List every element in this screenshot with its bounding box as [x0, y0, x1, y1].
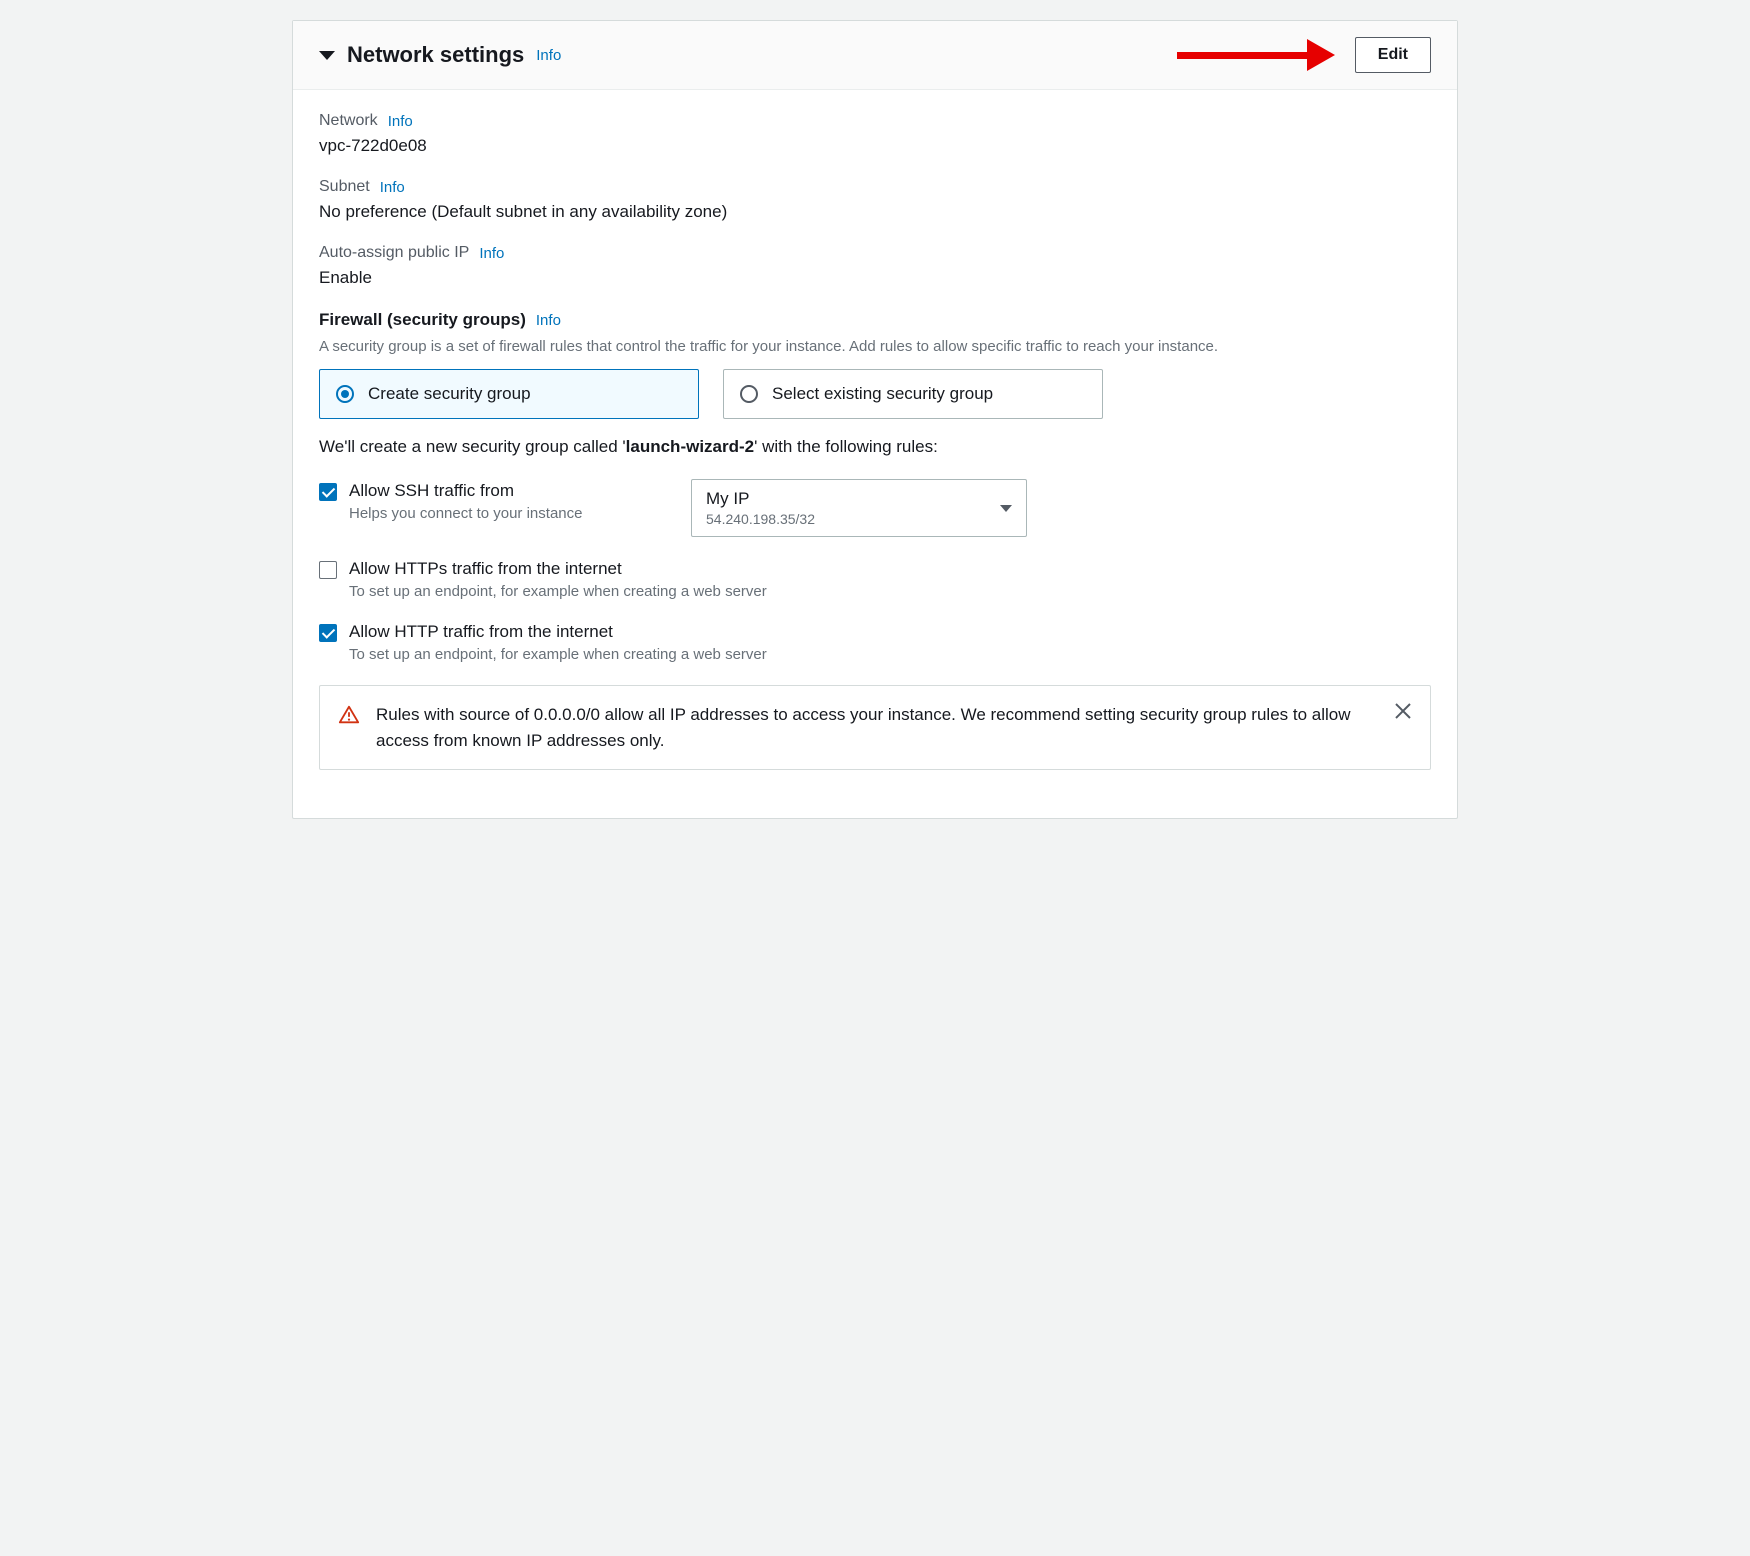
edit-button[interactable]: Edit — [1355, 37, 1431, 73]
sg-radio-group: Create security group Select existing se… — [319, 369, 1431, 419]
firewall-title: Firewall (security groups) — [319, 310, 526, 330]
rule-http-help: To set up an endpoint, for example when … — [349, 646, 1431, 663]
radio-create-label: Create security group — [368, 384, 531, 404]
header-info-link[interactable]: Info — [536, 47, 561, 64]
radio-dot-icon — [740, 385, 758, 403]
subnet-field: Subnet Info No preference (Default subne… — [319, 178, 1431, 222]
firewall-desc: A security group is a set of firewall ru… — [319, 336, 1431, 357]
auto-ip-value: Enable — [319, 268, 1431, 288]
subnet-value: No preference (Default subnet in any ava… — [319, 202, 1431, 222]
subnet-info-link[interactable]: Info — [380, 179, 405, 196]
rule-https-title: Allow HTTPs traffic from the internet — [349, 559, 1431, 579]
rule-http: Allow HTTP traffic from the internet To … — [319, 622, 1431, 663]
auto-ip-field: Auto-assign public IP Info Enable — [319, 244, 1431, 288]
rule-ssh-help: Helps you connect to your instance — [349, 505, 679, 522]
subnet-label: Subnet — [319, 178, 370, 196]
auto-ip-label: Auto-assign public IP — [319, 244, 469, 262]
sg-create-prefix: We'll create a new security group called… — [319, 437, 626, 456]
rule-ssh-title: Allow SSH traffic from — [349, 481, 679, 501]
warning-box: Rules with source of 0.0.0.0/0 allow all… — [319, 685, 1431, 770]
network-info-link[interactable]: Info — [388, 113, 413, 130]
checkbox-http[interactable] — [319, 624, 337, 642]
rule-ssh: Allow SSH traffic from Helps you connect… — [319, 481, 1431, 537]
close-icon[interactable] — [1394, 702, 1412, 724]
firewall-section: Firewall (security groups) Info A securi… — [319, 310, 1431, 770]
rule-https-help: To set up an endpoint, for example when … — [349, 583, 1431, 600]
firewall-info-link[interactable]: Info — [536, 312, 561, 329]
auto-ip-info-link[interactable]: Info — [479, 245, 504, 262]
header-actions: Edit — [1177, 37, 1431, 73]
rule-https: Allow HTTPs traffic from the internet To… — [319, 559, 1431, 600]
checkbox-https[interactable] — [319, 561, 337, 579]
warning-triangle-icon — [338, 704, 360, 726]
radio-select-sg[interactable]: Select existing security group — [723, 369, 1103, 419]
sg-create-suffix: ' with the following rules: — [754, 437, 938, 456]
arrow-annotation-icon — [1177, 39, 1335, 71]
panel-title: Network settings — [347, 42, 524, 68]
network-label: Network — [319, 112, 378, 130]
network-field: Network Info vpc-722d0e08 — [319, 112, 1431, 156]
panel-title-wrap: Network settings Info — [319, 42, 561, 68]
checkbox-ssh[interactable] — [319, 483, 337, 501]
panel-header: Network settings Info Edit — [293, 21, 1457, 90]
warning-text: Rules with source of 0.0.0.0/0 allow all… — [376, 702, 1378, 753]
collapse-caret-icon[interactable] — [319, 51, 335, 60]
radio-dot-icon — [336, 385, 354, 403]
radio-create-sg[interactable]: Create security group — [319, 369, 699, 419]
ssh-select-main: My IP — [706, 489, 815, 509]
rule-http-title: Allow HTTP traffic from the internet — [349, 622, 1431, 642]
sg-create-name: launch-wizard-2 — [626, 437, 754, 456]
network-settings-panel: Network settings Info Edit Network Info … — [292, 20, 1458, 819]
panel-body: Network Info vpc-722d0e08 Subnet Info No… — [293, 90, 1457, 818]
ssh-select-sub: 54.240.198.35/32 — [706, 511, 815, 527]
network-value: vpc-722d0e08 — [319, 136, 1431, 156]
chevron-down-icon — [1000, 505, 1012, 512]
ssh-source-select[interactable]: My IP 54.240.198.35/32 — [691, 479, 1027, 537]
radio-select-label: Select existing security group — [772, 384, 993, 404]
sg-create-text: We'll create a new security group called… — [319, 437, 1431, 457]
